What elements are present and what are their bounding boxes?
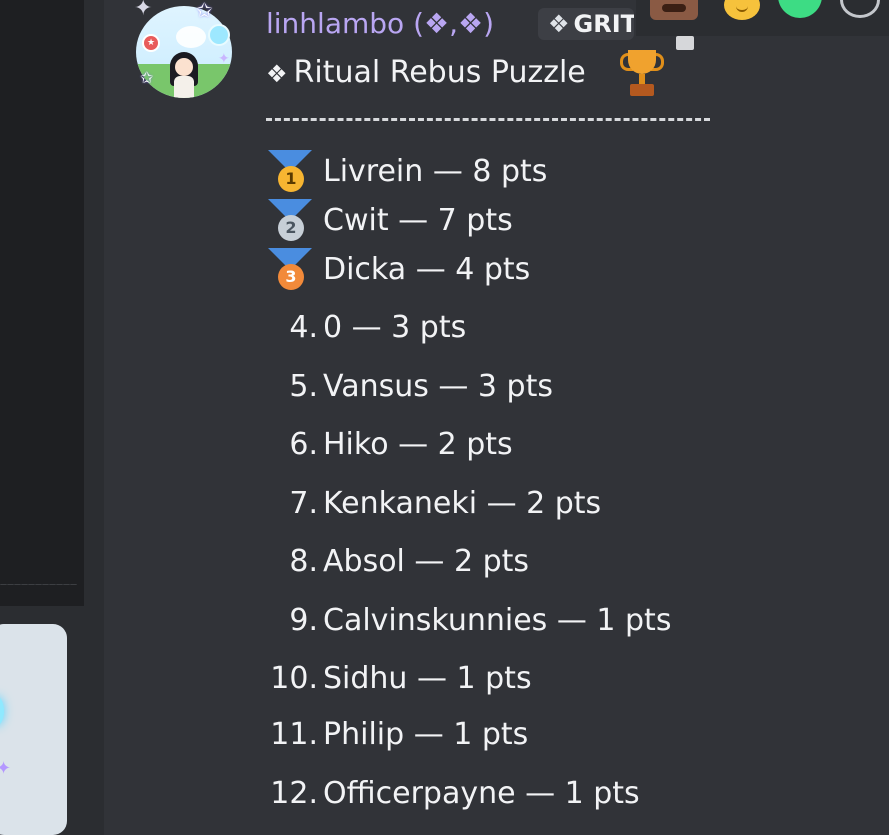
entry-text: Absol — 2 pts <box>323 544 530 579</box>
list-item: Dicka — 4 pts <box>0 250 889 290</box>
entry-text: Philip — 1 pts <box>323 717 529 752</box>
diamond-icon: ❖ <box>266 60 288 88</box>
list-item: Livrein — 8 pts <box>0 152 889 192</box>
entry-text: Cwit — 7 pts <box>323 203 513 238</box>
list-item: 9. Calvinskunnies — 1 pts <box>0 601 889 641</box>
title-text: Ritual Rebus Puzzle <box>293 55 586 90</box>
channel-panel-edge <box>84 0 104 835</box>
list-item: 11. Philip — 1 pts <box>0 715 889 755</box>
entry-text: Hiko — 2 pts <box>323 427 513 462</box>
username[interactable]: linhlambo (❖,❖) <box>266 6 494 42</box>
entry-text: Kenkaneki — 2 pts <box>323 486 602 521</box>
face-sticker-icon[interactable] <box>650 0 698 20</box>
entry-text: Vansus — 3 pts <box>323 369 553 404</box>
rank-number: 6. <box>289 427 318 462</box>
role-tag-badge[interactable]: ❖ GRIT <box>538 8 634 40</box>
divider-line <box>266 118 710 121</box>
list-item: 7. Kenkaneki — 2 pts <box>0 484 889 524</box>
trophy-icon <box>620 50 664 100</box>
orb-decoration-icon <box>208 24 230 46</box>
rank-number: 8. <box>289 544 318 579</box>
list-item: 5. Vansus — 3 pts <box>0 367 889 407</box>
star-decoration-icon: ✩ <box>140 68 154 87</box>
list-item: 8. Absol — 2 pts <box>0 542 889 582</box>
list-item: 4. 0 — 3 pts <box>0 308 889 348</box>
diamond-icon: ❖ <box>548 10 570 38</box>
list-item: 12. Officerpayne — 1 pts <box>0 774 889 814</box>
message-title: ❖ Ritual Rebus Puzzle <box>266 52 586 95</box>
rank-number: 11. <box>270 717 318 752</box>
entry-text: Dicka — 4 pts <box>323 252 531 287</box>
avatar-dress <box>174 76 194 98</box>
rank-number: 5. <box>289 369 318 404</box>
rank-number: 4. <box>289 310 318 345</box>
avatar-face <box>175 58 193 76</box>
entry-text: Sidhu — 1 pts <box>323 661 532 696</box>
rank-number: 7. <box>289 486 318 521</box>
red-badge-icon: ★ <box>142 34 160 52</box>
list-item: 6. Hiko — 2 pts <box>0 425 889 465</box>
small-square-icon <box>676 36 694 50</box>
entry-text: Livrein — 8 pts <box>323 154 548 189</box>
sparkle-decoration-icon: ✦ <box>218 51 230 67</box>
star-decoration-icon: ✩ <box>196 0 213 22</box>
entry-text: Officerpayne — 1 pts <box>323 776 640 811</box>
rank-number: 12. <box>270 776 318 811</box>
entry-text: Calvinskunnies — 1 pts <box>323 603 672 638</box>
cloud-icon <box>176 26 206 48</box>
rank-number: 10. <box>270 661 318 696</box>
list-item: Cwit — 7 pts <box>0 201 889 241</box>
wolf-decoration-icon: ✦ <box>134 0 153 21</box>
list-item: 10. Sidhu — 1 pts <box>0 659 889 699</box>
role-tag-label: GRIT <box>573 10 634 38</box>
rank-number: 9. <box>289 603 318 638</box>
entry-text: 0 — 3 pts <box>323 310 467 345</box>
